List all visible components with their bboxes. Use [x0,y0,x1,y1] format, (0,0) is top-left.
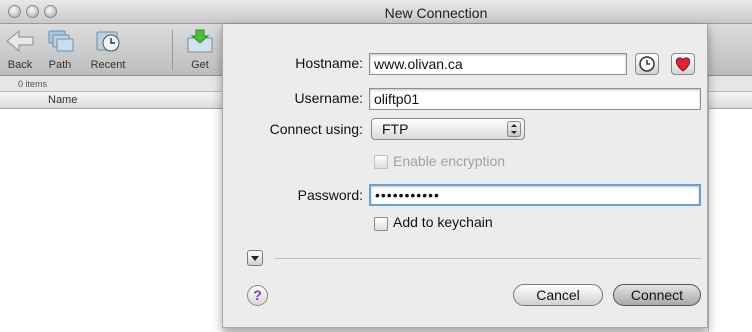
item-count: 0 items [0,76,222,92]
add-to-keychain-label: Add to keychain [393,214,493,230]
toolbar-divider [172,30,173,70]
get-label: Get [191,59,209,71]
get-download-icon [187,29,213,53]
protocol-popup[interactable]: FTP [371,118,525,140]
title-bar: New Connection [0,0,752,24]
heart-icon [675,57,691,72]
hostname-input[interactable] [369,53,627,75]
window-title: New Connection [384,5,488,21]
file-list-right-edge [708,76,752,332]
back-arrow-icon [6,29,34,53]
recent-label: Recent [90,59,126,71]
connect-using-label: Connect using: [269,121,363,137]
protocol-value: FTP [382,121,409,137]
options-disclosure-button[interactable] [247,250,263,266]
username-label: Username: [294,90,363,106]
recent-button[interactable]: Recent [88,28,128,71]
get-button[interactable]: Get [180,28,220,71]
username-input[interactable] [369,88,701,110]
back-label: Back [7,59,33,71]
name-column-header[interactable]: Name [0,92,222,109]
path-folders-icon [48,30,74,52]
triangle-down-icon [251,256,259,261]
back-button[interactable]: Back [0,28,40,71]
enable-encryption-checkbox[interactable] [374,155,388,169]
new-connection-sheet: Hostname: Username: Connect using: FTP E… [222,24,708,328]
file-list[interactable] [0,109,222,332]
favorites-button[interactable] [671,53,695,75]
path-button[interactable]: Path [40,28,80,71]
name-column-label: Name [48,94,78,106]
recent-clock-icon [96,31,120,52]
clock-icon [639,56,655,72]
popup-arrows-icon [507,121,521,137]
connect-button[interactable]: Connect [613,284,701,306]
separator [275,258,701,259]
cancel-button[interactable]: Cancel [513,284,603,306]
help-button[interactable]: ? [247,285,268,306]
path-label: Path [48,59,72,71]
add-to-keychain-checkbox[interactable] [374,217,388,231]
hostname-label: Hostname: [295,55,363,71]
enable-encryption-label: Enable encryption [393,153,506,169]
password-label: Password: [297,187,363,203]
password-input[interactable] [369,184,701,206]
history-button[interactable] [635,53,659,75]
